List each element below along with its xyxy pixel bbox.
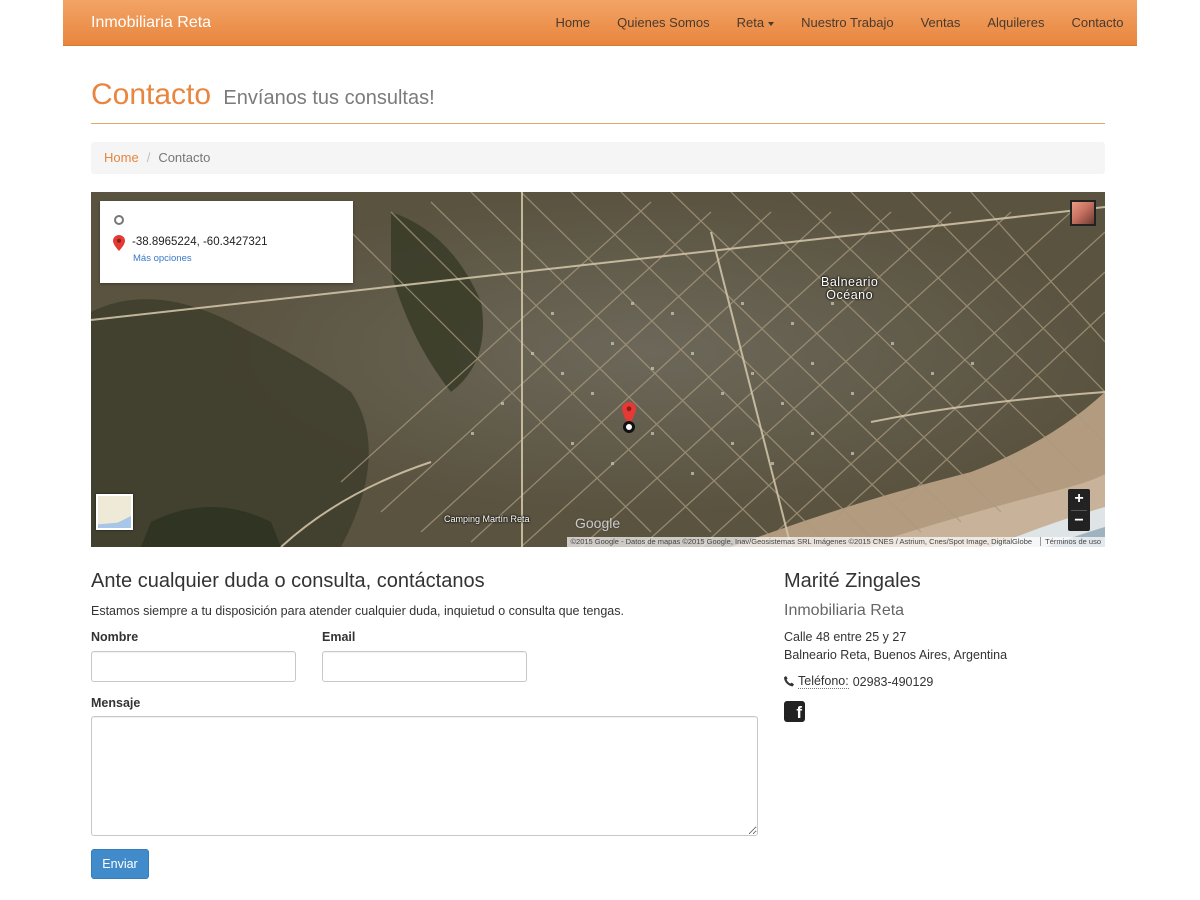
company-name: Inmobiliaria Reta [784,602,905,619]
address-line1: Calle 48 entre 25 y 27 [784,630,907,644]
form-title: Ante cualquier duda o consulta, contácta… [91,570,485,592]
page-subtitle: Envíanos tus consultas! [223,87,435,109]
map-embed[interactable]: -38.8965224, -60.3427321 Más opciones Ba… [91,192,1105,547]
coordinates-text: -38.8965224, -60.3427321 [132,236,268,248]
directions-panel: -38.8965224, -60.3427321 Más opciones [100,201,353,283]
town-label-line2: Océano [826,288,874,302]
name-label: Nombre [91,630,139,644]
email-field[interactable] [322,651,527,682]
breadcrumb-separator: / [146,150,151,165]
page-header: Contacto Envíanos tus consultas! [91,78,1105,124]
google-logo: Google [575,515,621,531]
phone-row: Teléfono: 02983-490129 [784,674,933,689]
message-label: Mensaje [91,696,141,710]
town-label: Balneario Océano [821,276,878,302]
facebook-icon[interactable]: f [784,701,805,722]
nav-item-ventas[interactable]: Ventas [907,0,974,46]
form-description: Estamos siempre a tu disposición para at… [91,604,624,618]
caret-down-icon [768,21,775,26]
terms-link[interactable]: Términos de uso [1040,537,1101,546]
breadcrumb-home-link[interactable]: Home [104,150,139,165]
name-field[interactable] [91,651,296,682]
nav-item-quienes-somos[interactable]: Quienes Somos [604,0,724,46]
brand-link[interactable]: Inmobiliaria Reta [91,14,211,32]
nav-item-reta-dropdown[interactable]: Reta [723,0,787,46]
breadcrumb: Home / Contacto [91,142,1105,174]
zoom-out-button[interactable]: − [1068,511,1090,532]
submit-button[interactable]: Enviar [91,849,149,879]
map-attribution: ©2015 Google - Datos de mapas ©2015 Goog… [566,537,1105,547]
email-label: Email [322,630,356,644]
more-options-link[interactable]: Más opciones [133,253,192,264]
zoom-in-button[interactable]: + [1068,489,1090,510]
attribution-text: ©2015 Google - Datos de mapas ©2015 Goog… [570,537,1033,546]
user-avatar[interactable] [1070,200,1096,226]
address-line2: Balneario Reta, Buenos Aires, Argentina [784,648,1008,662]
phone-number: 02983-490129 [852,674,934,689]
phone-icon [784,676,794,687]
minimap-water [98,516,131,528]
map-type-toggle[interactable] [96,494,133,530]
nav-item-alquileres[interactable]: Alquileres [974,0,1058,46]
page-title: Contacto Envíanos tus consultas! [91,78,435,112]
origin-circle-icon [114,215,124,225]
navbar: Inmobiliaria Reta Home Quienes Somos Ret… [63,0,1137,46]
nav-menu: Home Quienes Somos Reta Nuestro Trabajo … [542,0,1137,46]
target-dot-icon [623,421,635,433]
message-field[interactable] [91,716,758,836]
nav-item-nuestro-trabajo[interactable]: Nuestro Trabajo [788,0,908,46]
nav-item-home[interactable]: Home [542,0,604,46]
map-pin-icon [113,235,125,251]
phone-label: Teléfono: [798,674,849,689]
breadcrumb-current: Contacto [158,150,211,165]
page-title-text: Contacto [91,78,212,111]
nav-item-reta-label: Reta [736,15,765,30]
camping-label: Camping Martín Reta [444,514,530,524]
nav-item-contacto[interactable]: Contacto [1058,0,1137,46]
contact-name: Marité Zingales [784,570,921,592]
zoom-control: + − [1068,489,1090,531]
